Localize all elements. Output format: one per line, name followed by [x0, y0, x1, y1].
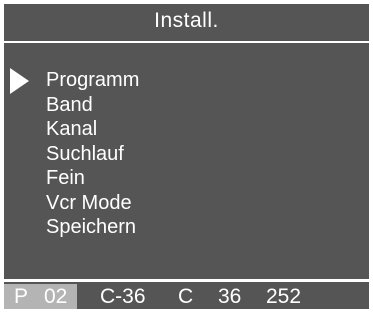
osd-menu-screen: Install. Programm Band Kanal Suchlauf Fe… — [4, 4, 369, 309]
menu-item-band[interactable]: Band — [46, 93, 139, 118]
menu-item-suchlauf[interactable]: Suchlauf — [46, 142, 139, 167]
install-menu: Programm Band Kanal Suchlauf Fein Vcr Mo… — [46, 68, 139, 240]
menu-item-speichern[interactable]: Speichern — [46, 215, 139, 240]
program-number: 02 — [44, 285, 68, 308]
menu-title: Install. — [4, 4, 369, 38]
band-letter: C — [178, 285, 194, 308]
channel-code: C-36 — [100, 285, 146, 308]
menu-item-fein[interactable]: Fein — [46, 166, 139, 191]
fine-tune-value: 252 — [266, 285, 302, 308]
menu-item-vcr-mode[interactable]: Vcr Mode — [46, 191, 139, 216]
menu-item-programm[interactable]: Programm — [46, 68, 139, 93]
menu-item-kanal[interactable]: Kanal — [46, 117, 139, 142]
title-divider — [4, 41, 369, 43]
triangle-right-icon — [10, 68, 29, 94]
channel-number: 36 — [218, 285, 242, 308]
program-label: P — [14, 285, 29, 308]
